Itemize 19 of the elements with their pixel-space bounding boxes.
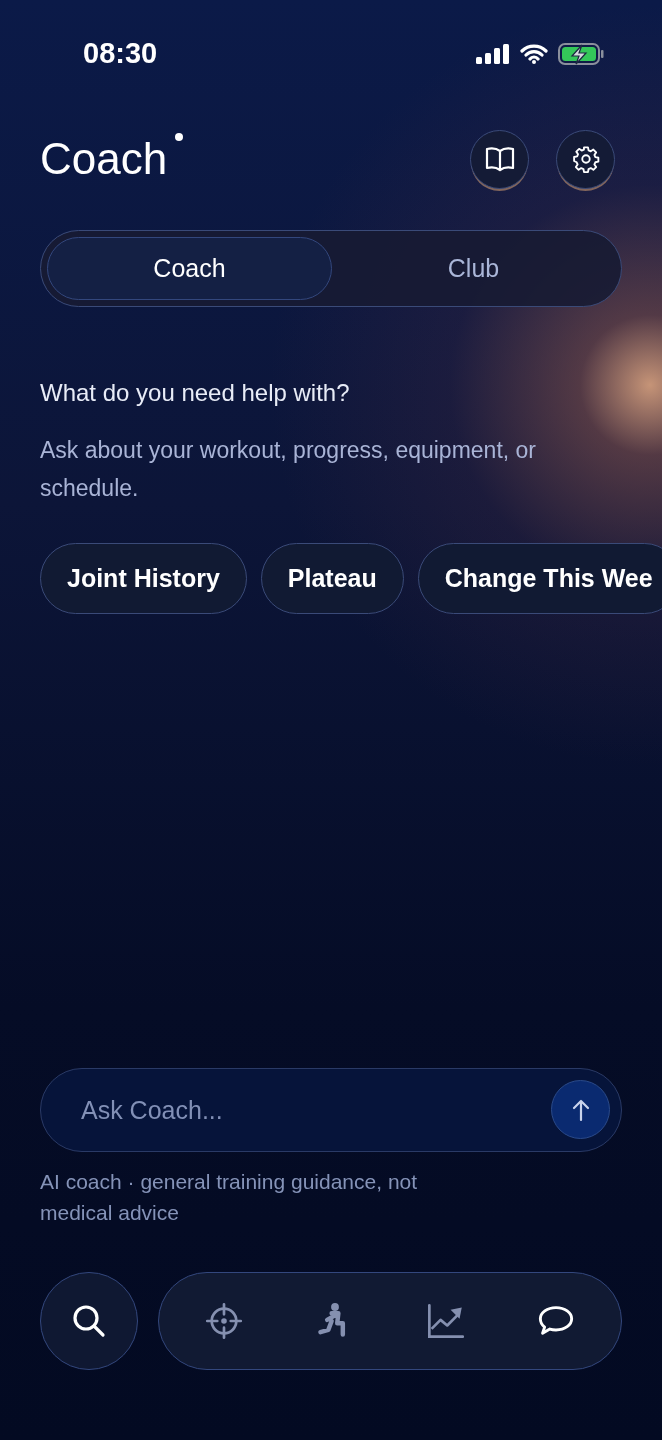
prompt-heading: What do you need help with? <box>40 378 351 408</box>
book-icon <box>484 146 515 172</box>
search-icon <box>72 1304 106 1338</box>
arrow-up-icon <box>571 1097 590 1122</box>
page-title: Coach <box>40 137 168 181</box>
wifi-icon <box>520 44 548 64</box>
suggestion-chip[interactable]: Change This Wee <box>417 543 662 614</box>
segment-tab[interactable]: Club <box>332 237 615 300</box>
segment-tab[interactable]: Coach <box>47 237 332 300</box>
settings-icon <box>571 145 600 173</box>
prompt-subtitle: Ask about your workout, progress, equipment, or schedule. <box>40 436 538 503</box>
disclaimer-text: AI coach · general training guidance, not medical advice <box>40 1169 419 1226</box>
suggestion-chip[interactable]: Joint History <box>40 543 247 614</box>
status-time: 08:30 <box>83 36 158 72</box>
battery-charging-icon <box>558 43 604 65</box>
cellular-signal-icon <box>476 44 510 64</box>
ask-field[interactable]: Ask Coach... <box>40 1068 622 1152</box>
trend-chart-icon <box>426 1302 465 1340</box>
crosshair-icon <box>205 1302 244 1340</box>
